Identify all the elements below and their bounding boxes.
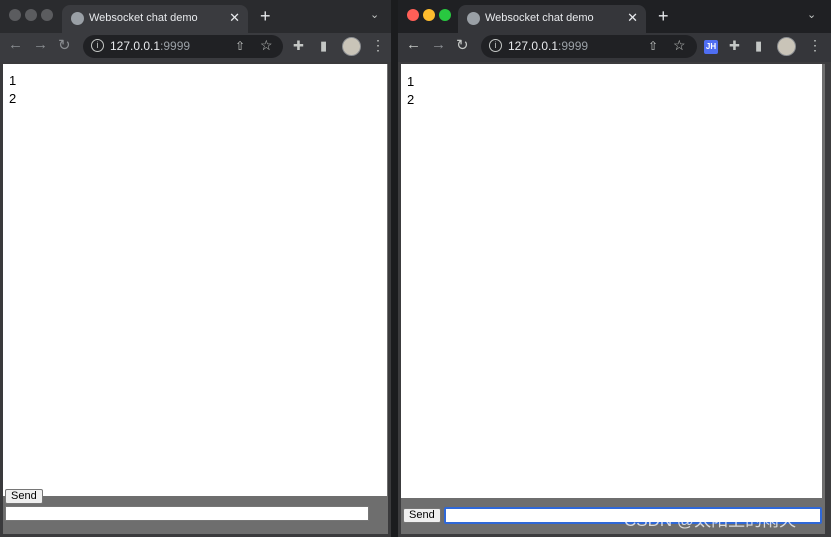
toolbar: ← → ↻ i 127.0.0.1:9999 ⇧ ☆ JH ✚ ▮ ⋮ [398, 33, 831, 62]
message-item: 2 [407, 92, 415, 107]
url-host: 127.0.0.1 [508, 39, 559, 53]
back-arrow-icon[interactable]: ← [8, 36, 23, 53]
side-panel-icon[interactable]: ▮ [320, 38, 327, 54]
close-window-button[interactable] [407, 9, 419, 21]
close-window-button[interactable] [9, 9, 21, 21]
window-divider [391, 0, 398, 537]
info-icon[interactable]: i [91, 39, 104, 52]
tab-websocket-chat[interactable]: Websocket chat demo ✕ [458, 5, 646, 33]
message-item: 2 [9, 91, 17, 106]
profile-avatar[interactable] [342, 37, 361, 56]
tab-websocket-chat[interactable]: Websocket chat demo ✕ [62, 5, 248, 33]
send-button[interactable]: Send [5, 489, 43, 504]
tab-search-chevron-icon[interactable]: ⌄ [807, 8, 816, 21]
url-port: :9999 [160, 39, 191, 53]
forward-arrow-icon[interactable]: → [431, 36, 446, 53]
tab-title: Websocket chat demo [89, 12, 198, 24]
close-icon[interactable]: ✕ [627, 10, 638, 26]
messages-area: 1 2 [401, 64, 822, 498]
url-text: 127.0.0.1:9999 [508, 39, 588, 53]
minimize-window-button[interactable] [423, 9, 435, 21]
title-bar: Websocket chat demo ✕ + ⌄ [398, 0, 831, 33]
close-icon[interactable]: ✕ [229, 10, 240, 26]
back-arrow-icon[interactable]: ← [406, 36, 421, 53]
extensions-puzzle-icon[interactable]: ✚ [729, 38, 740, 54]
zoom-window-button[interactable] [439, 9, 451, 21]
page-viewport: 1 2 Send [3, 64, 388, 534]
url-text: 127.0.0.1:9999 [110, 39, 190, 53]
url-port: :9999 [558, 39, 589, 53]
star-icon[interactable]: ☆ [260, 37, 273, 54]
reload-icon[interactable]: ↻ [456, 36, 469, 54]
address-bar[interactable]: i 127.0.0.1:9999 ⇧ ☆ [481, 35, 697, 58]
globe-icon [467, 12, 480, 25]
new-tab-button[interactable]: + [658, 6, 669, 27]
new-tab-button[interactable]: + [260, 6, 271, 27]
browser-window-right: Websocket chat demo ✕ + ⌄ ← → ↻ i 127.0.… [398, 0, 831, 537]
tab-title: Websocket chat demo [485, 12, 594, 24]
message-item: 1 [407, 74, 415, 89]
tab-search-chevron-icon[interactable]: ⌄ [370, 8, 379, 21]
csdn-watermark: CSDN @太阳上的雨天 [624, 511, 797, 530]
reload-icon[interactable]: ↻ [58, 36, 71, 54]
address-bar[interactable]: i 127.0.0.1:9999 ⇧ ☆ [83, 35, 283, 58]
minimize-window-button[interactable] [25, 9, 37, 21]
page-viewport: 1 2 Send [401, 64, 825, 534]
share-icon[interactable]: ⇧ [235, 39, 245, 53]
extensions-puzzle-icon[interactable]: ✚ [293, 38, 304, 54]
toolbar: ← → ↻ i 127.0.0.1:9999 ⇧ ☆ ✚ ▮ ⋮ [0, 33, 391, 62]
forward-arrow-icon[interactable]: → [33, 36, 48, 53]
star-icon[interactable]: ☆ [673, 37, 686, 54]
jh-extension-icon[interactable]: JH [704, 40, 718, 54]
globe-icon [71, 12, 84, 25]
message-input[interactable] [5, 506, 369, 521]
url-host: 127.0.0.1 [110, 39, 161, 53]
menu-kebab-icon[interactable]: ⋮ [371, 37, 385, 54]
info-icon[interactable]: i [489, 39, 502, 52]
browser-window-left: Websocket chat demo ✕ + ⌄ ← → ↻ i 127.0.… [0, 0, 391, 537]
side-panel-icon[interactable]: ▮ [755, 38, 762, 54]
share-icon[interactable]: ⇧ [648, 39, 658, 53]
zoom-window-button[interactable] [41, 9, 53, 21]
profile-avatar[interactable] [777, 37, 796, 56]
send-button[interactable]: Send [403, 508, 441, 523]
menu-kebab-icon[interactable]: ⋮ [808, 37, 822, 54]
messages-area: 1 2 [3, 64, 387, 496]
title-bar: Websocket chat demo ✕ + ⌄ [0, 0, 391, 33]
message-item: 1 [9, 73, 17, 88]
